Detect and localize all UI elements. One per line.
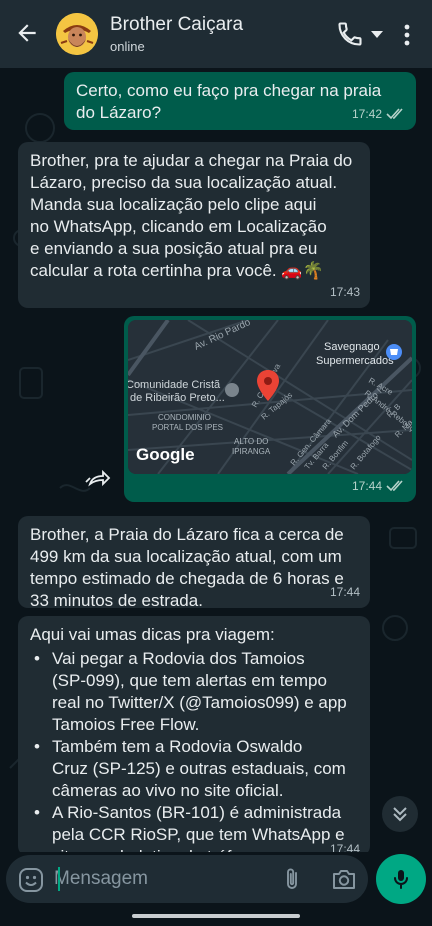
message-meta: 17:44	[330, 838, 360, 852]
list-item: Vai pegar a Rodovia dos Tamoios (SP-099)…	[30, 648, 358, 736]
avatar-image	[56, 13, 98, 55]
message-meta: 17:42	[352, 103, 406, 125]
chat-area[interactable]: Certo, como eu faço pra chegar na praia …	[0, 68, 432, 852]
contact-status: online	[110, 39, 145, 54]
map-label: ALTO DO	[234, 437, 268, 446]
double-chevron-down-icon	[393, 807, 407, 822]
more-vert-icon[interactable]	[398, 22, 416, 48]
camera-icon[interactable]	[331, 867, 357, 891]
map-label: Savegnago	[324, 341, 380, 353]
message-time: 17:44	[351, 479, 382, 493]
message-outgoing[interactable]: Certo, como eu faço pra chegar na praia …	[64, 72, 416, 130]
back-arrow-icon[interactable]	[14, 20, 40, 46]
map-label: de Ribeirão Preto...	[130, 392, 225, 404]
composer-bar	[0, 852, 432, 926]
message-time: 17:44	[329, 585, 360, 599]
google-logo: Google	[136, 445, 195, 464]
map-label: CONDOMINIO	[158, 413, 211, 422]
message-meta: 17:44	[330, 581, 360, 603]
emoji-icon[interactable]	[18, 867, 44, 893]
message-incoming[interactable]: Aqui vai umas dicas pra viagem: Vai pega…	[18, 616, 370, 852]
message-incoming[interactable]: Brother, pra te ajudar a chegar na Praia…	[18, 142, 370, 308]
paperclip-icon[interactable]	[280, 866, 304, 892]
chevron-down-icon[interactable]	[370, 28, 384, 40]
message-location[interactable]: Av. Rio Pardo Savegnago Supermercados Co…	[124, 316, 416, 502]
map-label: IPIRANGA	[232, 447, 271, 456]
double-check-icon	[386, 480, 403, 492]
map-label: PORTAL DOS IPES	[152, 423, 223, 432]
map-label: Comunidade Cristã	[128, 379, 221, 391]
text-cursor	[58, 867, 60, 891]
message-meta: 17:44	[352, 475, 406, 497]
double-check-icon	[386, 108, 403, 120]
message-time: 17:43	[329, 285, 360, 299]
list-item: A Rio-Santos (BR-101) é administrada pel…	[30, 802, 358, 852]
message-time: 17:44	[329, 842, 360, 852]
home-indicator[interactable]	[132, 914, 300, 918]
phone-icon[interactable]	[336, 20, 364, 48]
message-incoming[interactable]: Brother, a Praia do Lázaro fica a cerca …	[18, 516, 370, 610]
contact-name[interactable]: Brother Caiçara	[110, 14, 243, 36]
tips-list: Vai pegar a Rodovia dos Tamoios (SP-099)…	[30, 648, 358, 852]
voice-message-button[interactable]	[376, 854, 426, 904]
location-map[interactable]: Av. Rio Pardo Savegnago Supermercados Co…	[128, 320, 412, 474]
mic-icon	[394, 870, 408, 889]
list-item: Também tem a Rodovia Oswaldo Cruz (SP-12…	[30, 736, 358, 802]
forward-icon[interactable]	[84, 464, 114, 494]
avatar[interactable]	[56, 13, 98, 55]
map-image: Av. Rio Pardo Savegnago Supermercados Co…	[128, 320, 412, 474]
message-text: Brother, pra te ajudar a chegar na Praia…	[30, 151, 353, 280]
message-composer[interactable]	[6, 855, 368, 903]
message-time: 17:42	[351, 107, 382, 121]
message-text: Aqui vai umas dicas pra viagem:	[30, 625, 275, 644]
message-input[interactable]	[54, 863, 264, 895]
scroll-to-bottom-button[interactable]	[382, 796, 418, 832]
chat-header: Brother Caiçara online	[0, 0, 432, 68]
message-text: Brother, a Praia do Lázaro fica a cerca …	[30, 525, 344, 610]
message-meta: 17:43	[330, 281, 360, 303]
map-label: Supermercados	[316, 355, 394, 367]
